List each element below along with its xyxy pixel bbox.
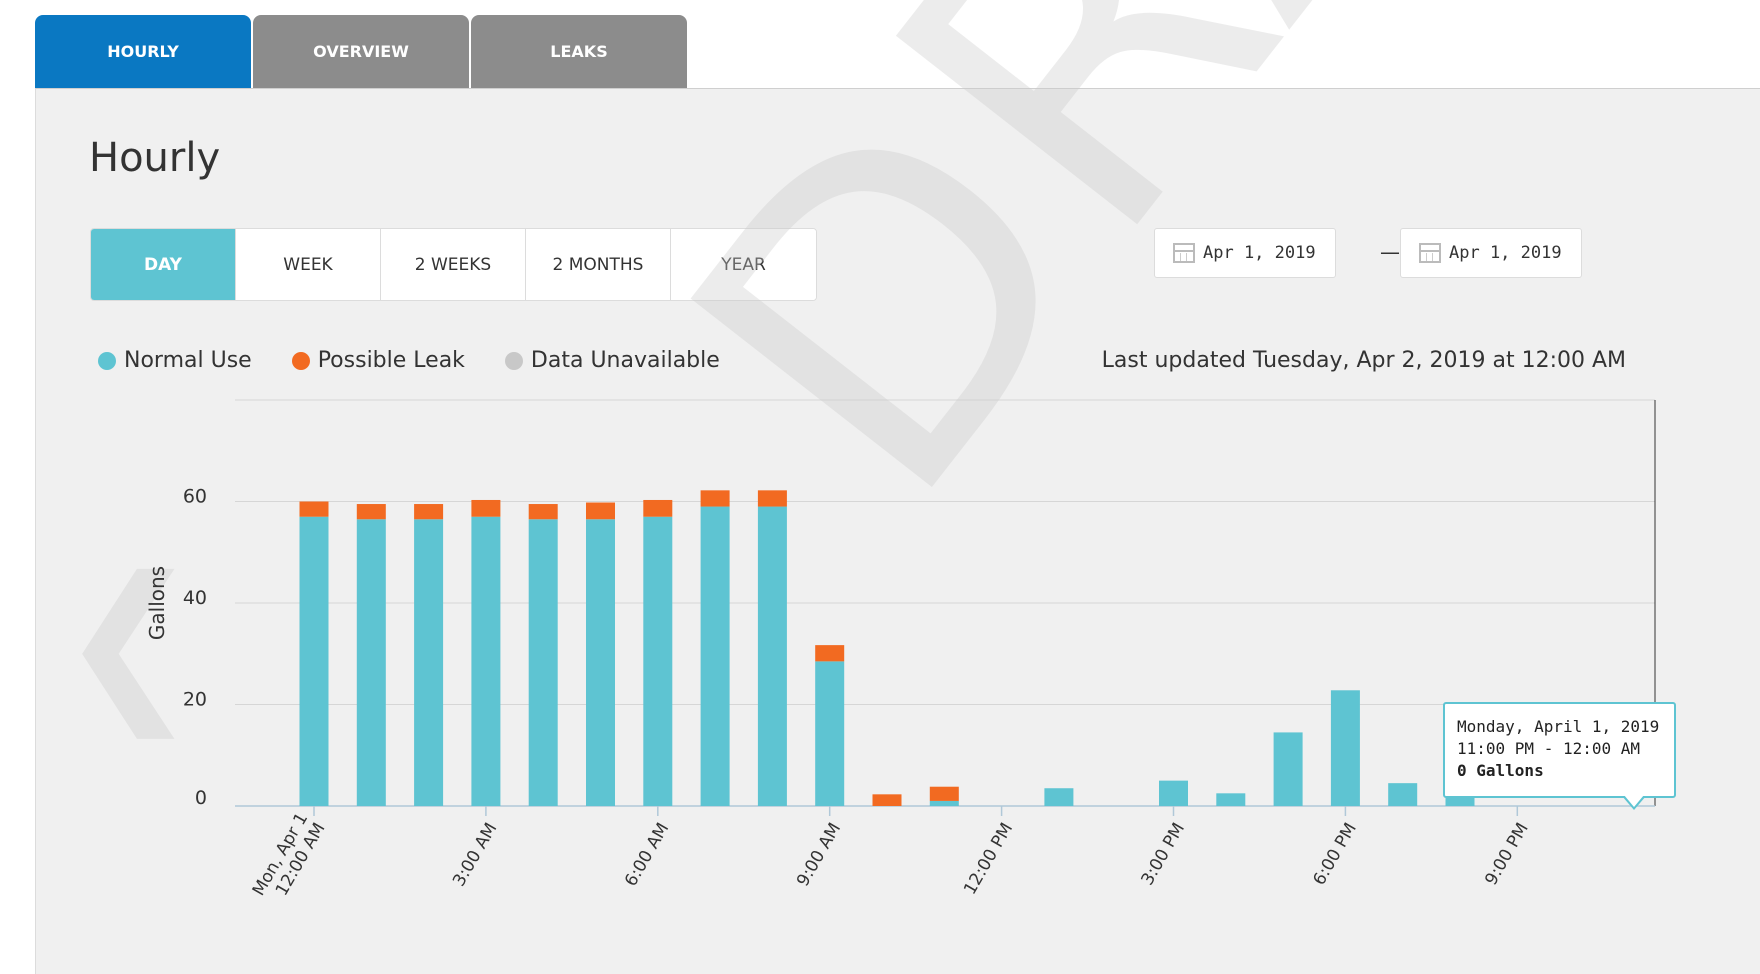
x-tick-label: 3:00 AM <box>449 820 501 891</box>
bar-normal-use <box>586 519 615 806</box>
x-tick-label-line: 9:00 PM <box>1481 820 1533 889</box>
bar-normal-use <box>700 506 730 806</box>
bar-normal-use <box>1216 793 1246 806</box>
bar-normal-use <box>1273 732 1303 806</box>
bar-possible-leak <box>757 490 787 507</box>
bar-possible-leak <box>643 499 673 517</box>
x-tick-label-line: 3:00 PM <box>1137 820 1189 889</box>
bar-normal-use <box>1330 690 1360 806</box>
tooltip-date: Monday, April 1, 2019 <box>1457 717 1660 736</box>
y-tick-label: 60 <box>183 486 207 508</box>
chart-tooltip: Monday, April 1, 2019 11:00 PM - 12:00 A… <box>1443 702 1676 798</box>
x-tick-label: 6:00 PM <box>1309 820 1361 889</box>
bar-normal-use <box>1044 788 1074 806</box>
x-tick-label: 6:00 AM <box>621 820 673 891</box>
x-tick-label: 9:00 PM <box>1481 820 1533 889</box>
x-tick-label-line: 9:00 AM <box>793 820 845 891</box>
x-tick-label: 12:00 PM <box>960 820 1017 899</box>
x-tick-label: 3:00 PM <box>1137 820 1189 889</box>
bar-normal-use <box>1159 780 1188 806</box>
bar-possible-leak <box>586 502 615 520</box>
y-tick-label: 40 <box>183 587 207 609</box>
tooltip-gallons: 0 Gallons <box>1457 761 1544 780</box>
bar-possible-leak <box>815 645 845 662</box>
x-tick-label: Mon, Apr 112:00 AM <box>249 810 330 900</box>
bar-possible-leak <box>356 504 386 520</box>
y-tick-label: 0 <box>195 787 207 809</box>
x-tick-label-line: 3:00 AM <box>449 820 501 891</box>
bar-normal-use <box>757 506 787 806</box>
bar-normal-use <box>471 516 501 806</box>
bar-normal-use <box>299 516 329 806</box>
x-tick-label-line: 6:00 AM <box>621 820 673 891</box>
tooltip-pointer-inner <box>1624 795 1644 807</box>
y-tick-label: 20 <box>183 689 207 711</box>
bar-normal-use <box>356 519 386 806</box>
y-axis-label: Gallons <box>145 566 169 640</box>
bar-possible-leak <box>528 504 558 520</box>
bar-possible-leak <box>872 794 902 806</box>
bar-normal-use <box>815 661 845 806</box>
x-tick-label-line: 6:00 PM <box>1309 820 1361 889</box>
bar-possible-leak <box>471 499 501 517</box>
bar-possible-leak <box>929 786 959 801</box>
x-tick-label-line: 12:00 PM <box>960 820 1017 899</box>
bar-possible-leak <box>414 504 444 520</box>
bar-normal-use <box>1388 783 1418 806</box>
x-tick-label: 9:00 AM <box>793 820 845 891</box>
bar-normal-use <box>528 519 558 806</box>
bar-normal-use <box>414 519 444 806</box>
tooltip-time-range: 11:00 PM - 12:00 AM <box>1457 739 1641 758</box>
usage-chart: 0 20 40 60 Gallons Mon, Apr 112:00 AM 3:00 AM 6… <box>145 399 1656 900</box>
bar-normal-use <box>929 800 959 806</box>
bar-normal-use <box>643 516 673 806</box>
bar-possible-leak <box>299 501 329 517</box>
bar-possible-leak <box>700 490 730 507</box>
